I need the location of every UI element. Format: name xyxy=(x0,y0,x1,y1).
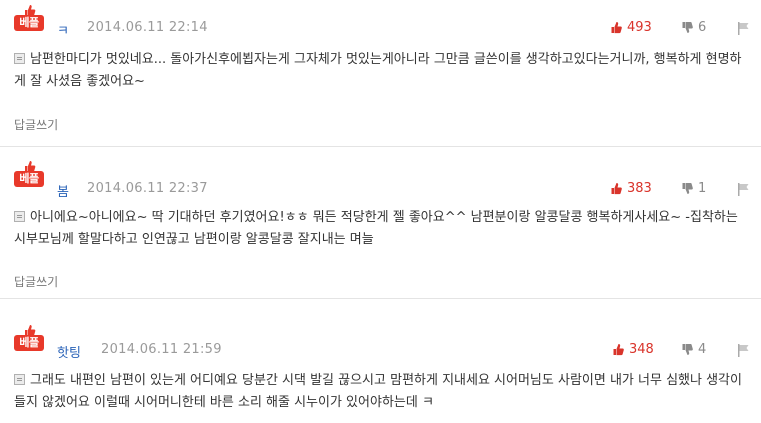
like-count: 493 xyxy=(627,20,652,35)
thumbs-down-icon xyxy=(682,22,693,33)
report-flag-icon[interactable] xyxy=(737,183,751,196)
best-comment-badge: 베플 xyxy=(14,324,44,354)
thumbs-down-icon xyxy=(682,183,693,194)
dislike-count: 1 xyxy=(698,181,707,196)
comment-body: 아니에요~아니에요~ 딱 기대하던 후기였어요!ㅎㅎ 뭐든 적당한게 젤 좋아요… xyxy=(14,207,749,251)
thumbs-up-icon xyxy=(611,183,622,195)
dislike-button[interactable]: 1 xyxy=(681,181,706,196)
dislike-button[interactable]: 4 xyxy=(681,342,706,357)
comment-date: 2014.06.11 21:59 xyxy=(101,342,222,357)
comment-text: 아니에요~아니에요~ 딱 기대하던 후기였어요!ㅎㅎ 뭐든 적당한게 젤 좋아요… xyxy=(14,210,738,247)
comment-text: 그래도 내편인 남편이 있는게 어디예요 당분간 시댁 발길 끊으시고 맘편하게… xyxy=(14,373,742,410)
comment-date: 2014.06.11 22:14 xyxy=(87,20,208,35)
comment-text: 남편한마디가 멋있네요... 돌아가신후에뵙자는게 그자체가 멋있는게아니라 그… xyxy=(14,52,742,89)
like-button[interactable]: 383 xyxy=(610,181,652,196)
comment-author[interactable]: 봄 xyxy=(57,181,69,200)
like-button[interactable]: 493 xyxy=(610,20,652,35)
comment-body: 그래도 내편인 남편이 있는게 어디예요 당분간 시댁 발길 끊으시고 맘편하게… xyxy=(14,370,749,414)
best-badge-label: 베플 xyxy=(14,15,44,31)
best-comment-badge: 베플 xyxy=(14,160,44,190)
dislike-count: 4 xyxy=(698,342,707,357)
thumbs-up-icon xyxy=(613,344,624,356)
comment-body: 남편한마디가 멋있네요... 돌아가신후에뵙자는게 그자체가 멋있는게아니라 그… xyxy=(14,49,749,93)
best-badge-label: 베플 xyxy=(14,171,44,187)
comment-item: 베플 ㅋ 2014.06.11 22:14 493 6 남편한마디가 멋있네요.… xyxy=(0,0,761,147)
best-badge-label: 베플 xyxy=(14,335,44,351)
report-flag-icon[interactable] xyxy=(737,22,751,35)
comment-item: 베플 봄 2014.06.11 22:37 383 1 아니에요~아니에요~ 딱… xyxy=(0,148,761,299)
comment-date: 2014.06.11 22:37 xyxy=(87,181,208,196)
document-icon xyxy=(14,211,25,222)
thumbs-down-icon xyxy=(682,344,693,355)
document-icon xyxy=(14,53,25,64)
reply-button[interactable]: 답글쓰기 xyxy=(14,273,58,290)
comment-author[interactable]: ㅋ xyxy=(57,20,69,39)
document-icon xyxy=(14,374,25,385)
dislike-button[interactable]: 6 xyxy=(681,20,706,35)
comment-author[interactable]: 핫팅 xyxy=(57,342,81,361)
thumbs-up-icon xyxy=(611,22,622,34)
reply-button[interactable]: 답글쓰기 xyxy=(14,116,58,133)
like-count: 383 xyxy=(627,181,652,196)
dislike-count: 6 xyxy=(698,20,707,35)
comment-list: 베플 ㅋ 2014.06.11 22:14 493 6 남편한마디가 멋있네요.… xyxy=(0,0,761,423)
comment-item: 베플 핫팅 2014.06.11 21:59 348 4 그래도 내편인 남편이… xyxy=(0,300,761,423)
best-comment-badge: 베플 xyxy=(14,4,44,34)
report-flag-icon[interactable] xyxy=(737,344,751,357)
like-button[interactable]: 348 xyxy=(612,342,654,357)
like-count: 348 xyxy=(629,342,654,357)
